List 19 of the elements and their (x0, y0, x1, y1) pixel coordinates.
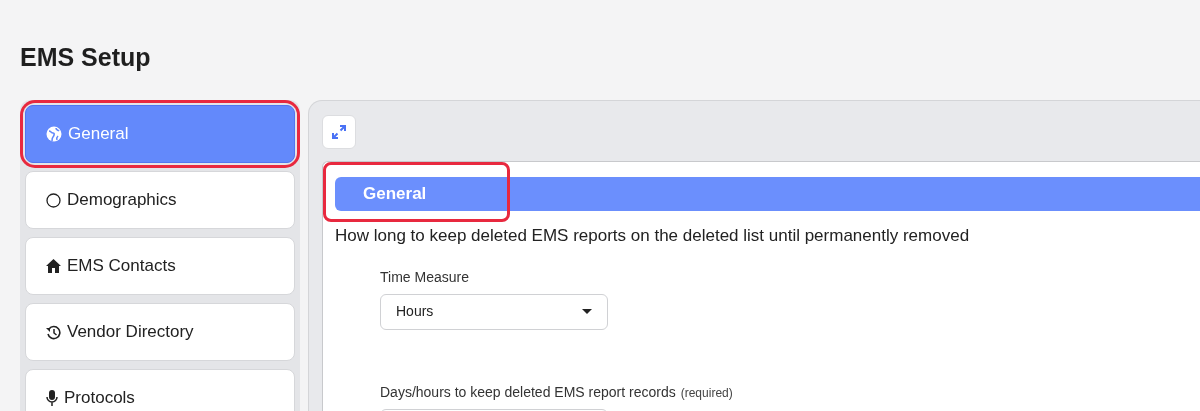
microphone-icon (46, 390, 58, 406)
sidebar-item[interactable]: EMS Contacts (25, 237, 295, 295)
time-measure-select[interactable]: Hours (380, 293, 608, 330)
globe-icon (46, 126, 62, 142)
page-title: EMS Setup (20, 42, 151, 74)
field-label: Days/hours to keep deleted EMS report records (380, 382, 676, 402)
field-label: Time Measure (380, 267, 469, 287)
history-icon (46, 324, 61, 340)
required-note: (required) (680, 384, 733, 402)
home-icon (46, 259, 61, 273)
caret-icon (582, 309, 592, 314)
expand-icon (332, 125, 346, 139)
sidebar-item[interactable]: Vendor Directory (25, 303, 295, 361)
expand-button[interactable] (322, 115, 356, 149)
sidebar-item[interactable]: Protocols (25, 369, 295, 411)
circle-icon (46, 192, 61, 208)
section-header: General (335, 177, 1200, 211)
description-text: How long to keep deleted EMS reports on the deleted list until permanently removed (335, 225, 971, 247)
sidebar-item[interactable]: Demographics (25, 171, 295, 229)
